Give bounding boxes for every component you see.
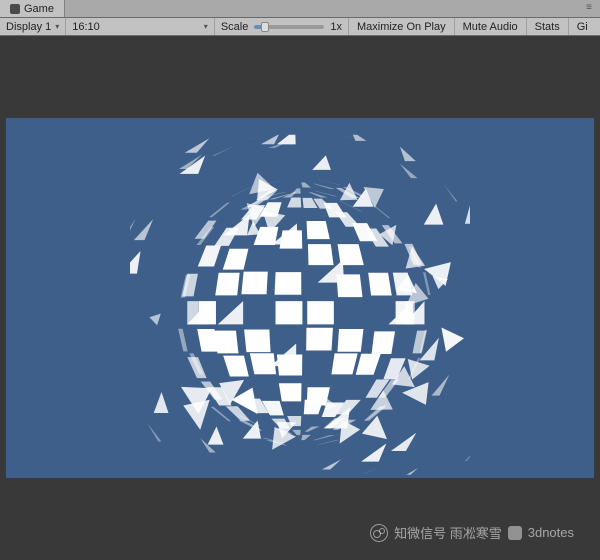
gizmos-button[interactable]: Gi (569, 18, 596, 35)
tab-bar: Game ≡ (0, 0, 600, 18)
scale-label: Scale (221, 21, 249, 33)
watermark-text: 知微信号 雨凇寒雪 (394, 523, 502, 542)
scale-slider[interactable] (254, 25, 324, 29)
watermark-text-2: 3dnotes (528, 525, 574, 540)
viewport-letterbox: 知微信号 雨凇寒雪 3dnotes (6, 42, 594, 554)
aspect-label: 16:10 (72, 21, 100, 33)
maximize-on-play-button[interactable]: Maximize On Play (349, 18, 455, 35)
mute-audio-button[interactable]: Mute Audio (455, 18, 527, 35)
chevron-down-icon: ▾ (204, 22, 208, 31)
game-toolbar: Display 1 ▾ 16:10 ▾ Scale 1x Maximize On… (0, 18, 600, 36)
scale-slider-thumb[interactable] (261, 22, 269, 32)
tab-options-icon[interactable]: ≡ (582, 0, 596, 14)
display-dropdown[interactable]: Display 1 ▾ (0, 18, 66, 35)
maximize-label: Maximize On Play (357, 21, 446, 33)
game-render-area[interactable] (6, 118, 594, 478)
chevron-down-icon: ▾ (55, 22, 59, 31)
scale-control: Scale 1x (215, 18, 349, 35)
rendered-sphere (130, 135, 470, 475)
watermark-icon-2 (508, 526, 522, 540)
aspect-dropdown[interactable]: 16:10 ▾ (66, 18, 215, 35)
gizmos-label: Gi (577, 21, 588, 33)
mute-audio-label: Mute Audio (463, 21, 518, 33)
game-tab[interactable]: Game (0, 0, 65, 17)
stats-label: Stats (535, 21, 560, 33)
stats-button[interactable]: Stats (527, 18, 569, 35)
game-tab-icon (10, 4, 20, 14)
display-label: Display 1 (6, 21, 51, 33)
watermark: 知微信号 雨凇寒雪 3dnotes (370, 523, 574, 542)
wechat-icon (370, 524, 388, 542)
viewport-container: 知微信号 雨凇寒雪 3dnotes (0, 36, 600, 560)
scale-value: 1x (330, 21, 342, 33)
game-tab-label: Game (24, 3, 54, 15)
